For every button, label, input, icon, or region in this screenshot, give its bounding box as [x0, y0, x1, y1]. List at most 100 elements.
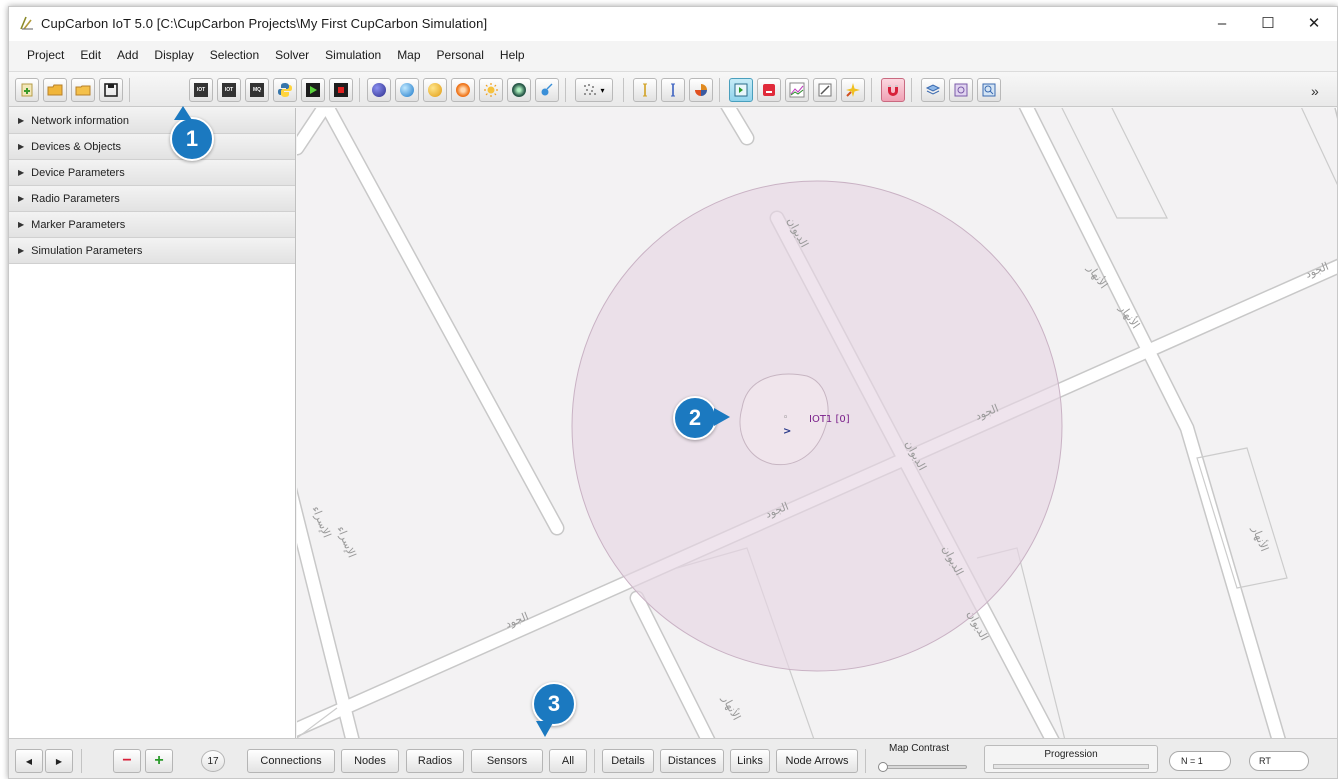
distances-button[interactable]: Distances — [660, 749, 724, 773]
slider-handle[interactable] — [878, 762, 888, 772]
add-marker-button[interactable] — [507, 78, 531, 102]
python-button[interactable] — [273, 78, 297, 102]
menu-simulation[interactable]: Simulation — [317, 45, 389, 67]
menu-map[interactable]: Map — [389, 45, 428, 67]
mqtt-chip-icon: MQ — [250, 83, 264, 97]
vertical-line-icon — [643, 83, 647, 97]
add-insect-button[interactable] — [535, 78, 559, 102]
progression-bar — [993, 764, 1149, 769]
add-event-button[interactable] — [451, 78, 475, 102]
add-mobile-button[interactable] — [423, 78, 447, 102]
expand-arrow-icon: ▶ — [18, 220, 25, 229]
play-icon — [306, 83, 320, 97]
zoom-zone-icon — [982, 83, 996, 97]
zoom-zone-button[interactable] — [977, 78, 1001, 102]
record-button[interactable] — [757, 78, 781, 102]
svg-text:الأنهار: الأنهار — [719, 692, 744, 723]
remove-node-button[interactable]: − — [113, 749, 141, 773]
run-simulation-button[interactable] — [301, 78, 325, 102]
section-radio-parameters[interactable]: ▶ Radio Parameters — [9, 186, 295, 212]
section-device-parameters[interactable]: ▶ Device Parameters — [9, 160, 295, 186]
all-button[interactable]: All — [549, 749, 587, 773]
menu-add[interactable]: Add — [109, 45, 146, 67]
open-folder-button[interactable] — [71, 78, 95, 102]
street-map: الجود الجود الجود الجود الديوان الديوان … — [297, 108, 1337, 738]
close-button[interactable]: ✕ — [1291, 7, 1337, 39]
add-sensor-button[interactable] — [367, 78, 391, 102]
section-marker-parameters[interactable]: ▶ Marker Parameters — [9, 212, 295, 238]
menu-project[interactable]: Project — [19, 45, 72, 67]
add-node-button[interactable]: + — [145, 749, 173, 773]
editor-button[interactable] — [813, 78, 837, 102]
radios-button[interactable]: Radios — [406, 749, 464, 773]
details-button[interactable]: Details — [602, 749, 654, 773]
toolbar-overflow-button[interactable]: » — [1311, 83, 1319, 99]
section-simulation-parameters[interactable]: ▶ Simulation Parameters — [9, 238, 295, 264]
effects-button[interactable] — [841, 78, 865, 102]
menu-personal[interactable]: Personal — [429, 45, 492, 67]
node-arrows-button[interactable]: Node Arrows — [776, 749, 858, 773]
app-window: CupCarbon IoT 5.0 [C:\CupCarbon Projects… — [8, 6, 1338, 779]
layers-icon — [925, 84, 941, 95]
maximize-button[interactable]: ☐ — [1245, 7, 1291, 39]
expand-arrow-icon: ▶ — [18, 116, 25, 125]
event-node-icon — [456, 83, 470, 97]
section-devices-objects[interactable]: ▶ Devices & Objects — [9, 134, 295, 160]
links-button[interactable]: Links — [730, 749, 770, 773]
section-label: Network information — [31, 114, 129, 127]
node-count-badge: 17 — [201, 750, 225, 772]
nav-prev-button[interactable]: ◀ — [15, 749, 43, 773]
rt-field[interactable]: RT — [1249, 751, 1309, 771]
app-logo-icon — [20, 16, 33, 30]
menu-help[interactable]: Help — [492, 45, 533, 67]
stop-simulation-button[interactable] — [329, 78, 353, 102]
iot-chip-icon: IOT — [194, 83, 208, 97]
random-nodes-dropdown[interactable]: ▾ — [575, 78, 613, 102]
editor-icon — [818, 83, 832, 97]
chevron-down-icon: ▾ — [600, 85, 605, 95]
add-iot-router-button[interactable]: IOT — [217, 78, 241, 102]
save-button[interactable] — [99, 78, 123, 102]
section-network-information[interactable]: ▶ Network information — [9, 108, 295, 134]
svg-text:الإسراء: الإسراء — [309, 504, 333, 539]
map-contrast-label: Map Contrast — [889, 743, 950, 754]
nodes-button[interactable]: Nodes — [341, 749, 399, 773]
add-gas-button[interactable] — [479, 78, 503, 102]
add-base-station-button[interactable] — [395, 78, 419, 102]
menu-solver[interactable]: Solver — [267, 45, 317, 67]
connections-button[interactable]: Connections — [247, 749, 335, 773]
menu-display[interactable]: Display — [146, 45, 201, 67]
python-icon — [278, 83, 292, 97]
sun-icon — [484, 83, 498, 97]
n-field[interactable]: N = 1 — [1169, 751, 1231, 771]
nav-next-button[interactable]: ▶ — [45, 749, 73, 773]
pie-layout-button[interactable] — [689, 78, 713, 102]
bottom-bar: ◀ ▶ − + 17 Connections Nodes Radios Sens… — [9, 738, 1337, 778]
toolbar: IOT IOT MQ ▾ » — [9, 71, 1337, 107]
menu-selection[interactable]: Selection — [202, 45, 267, 67]
minimize-button[interactable]: – — [1199, 7, 1245, 39]
magnet-button[interactable] — [881, 78, 905, 102]
menu-bar: Project Edit Add Display Selection Solve… — [9, 45, 1337, 67]
add-mqtt-button[interactable]: MQ — [245, 78, 269, 102]
new-project-button[interactable] — [15, 78, 39, 102]
map-canvas[interactable]: الجود الجود الجود الجود الديوان الديوان … — [297, 108, 1337, 738]
menu-edit[interactable]: Edit — [72, 45, 109, 67]
vertical-bar-button[interactable] — [661, 78, 685, 102]
base-station-icon — [400, 83, 414, 97]
map-contrast-slider[interactable] — [878, 762, 967, 772]
sensors-button[interactable]: Sensors — [471, 749, 543, 773]
iot-router-chip-icon: IOT — [222, 83, 236, 97]
scatter-icon — [584, 84, 597, 95]
select-zone-button[interactable] — [949, 78, 973, 102]
progression-panel: Progression — [984, 745, 1158, 773]
section-label: Marker Parameters — [31, 218, 126, 231]
console-button[interactable] — [729, 78, 753, 102]
add-iot-button[interactable]: IOT — [189, 78, 213, 102]
title-bar: CupCarbon IoT 5.0 [C:\CupCarbon Projects… — [9, 7, 1337, 41]
layers-button[interactable] — [921, 78, 945, 102]
window-title: CupCarbon IoT 5.0 [C:\CupCarbon Projects… — [41, 16, 488, 31]
charts-button[interactable] — [785, 78, 809, 102]
open-project-button[interactable] — [43, 78, 67, 102]
vertical-line-button[interactable] — [633, 78, 657, 102]
